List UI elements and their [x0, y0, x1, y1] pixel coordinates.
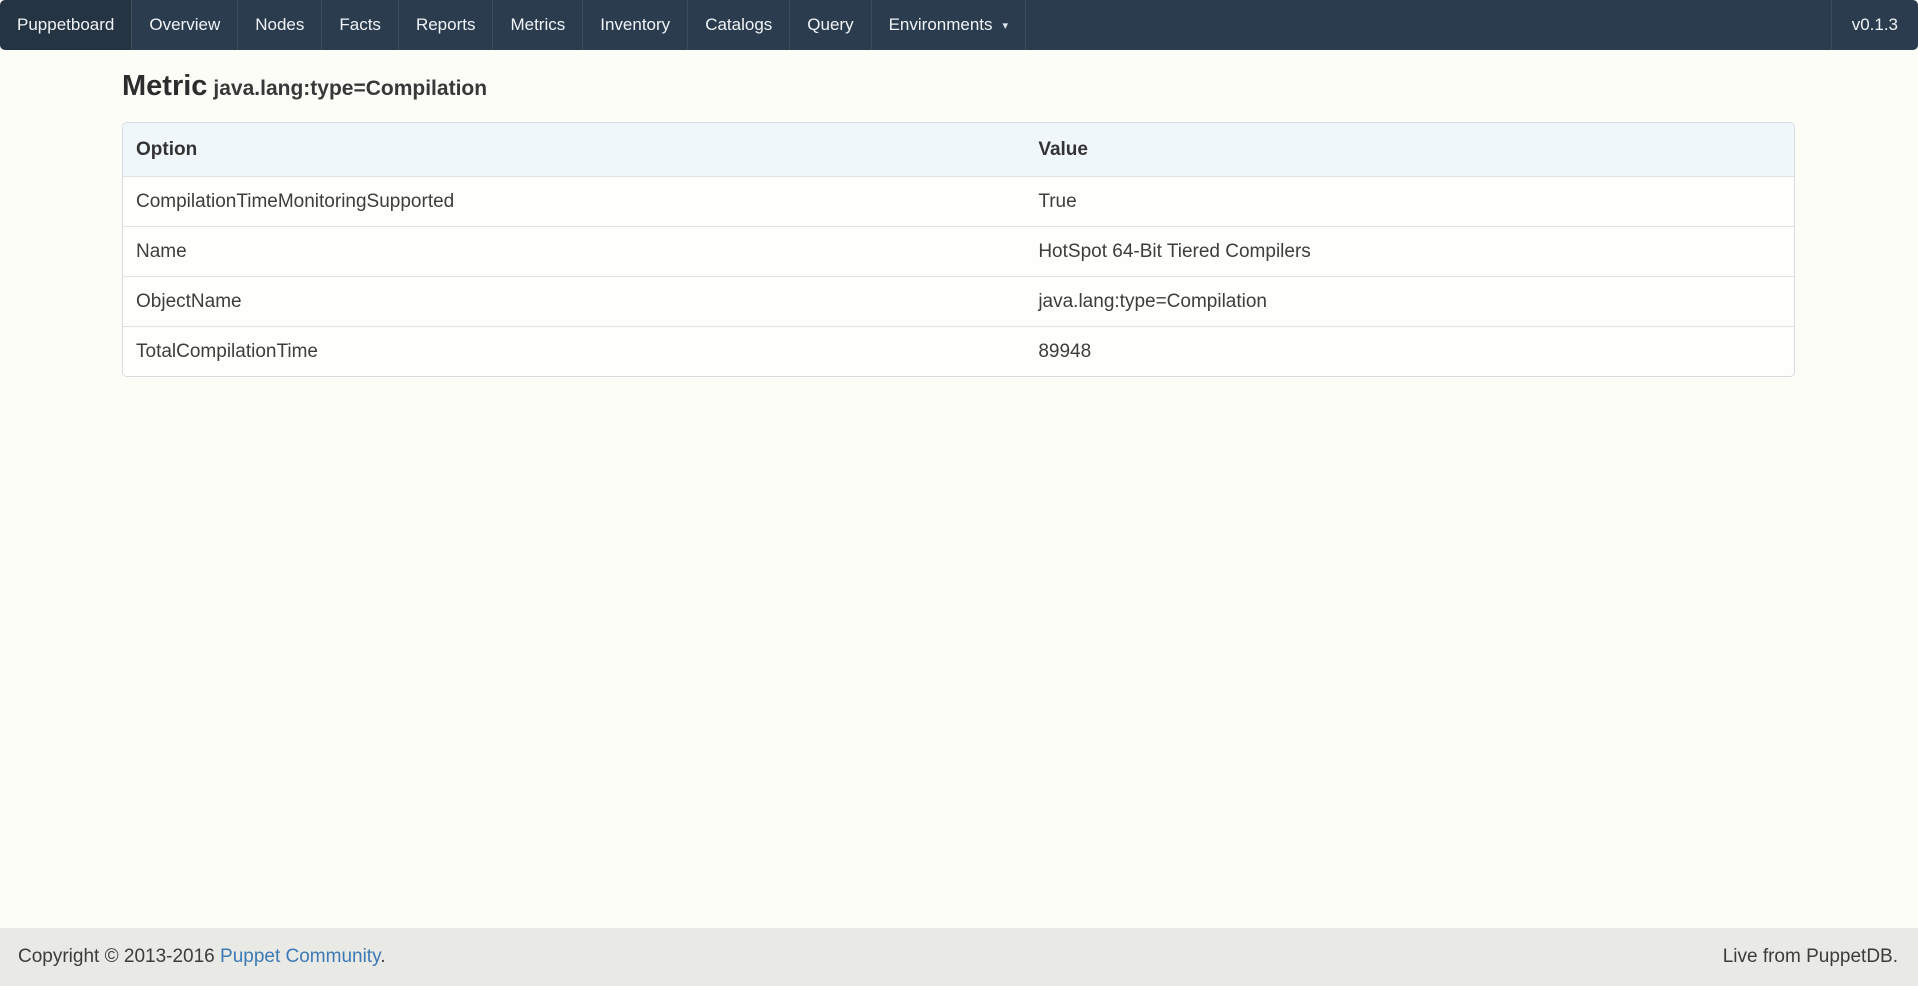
nav-item-overview[interactable]: Overview: [131, 0, 237, 50]
puppet-community-link[interactable]: Puppet Community: [220, 946, 380, 967]
page-footer: Copyright © 2013-2016 Puppet Community. …: [0, 928, 1918, 986]
puppetdb-status-text: Live from PuppetDB.: [1723, 946, 1898, 968]
navbar-spacer: [1025, 0, 1831, 50]
table-row: ObjectNamejava.lang:type=Compilation: [123, 277, 1794, 327]
option-column-header: Option: [123, 123, 1025, 177]
page-title: Metric java.lang:type=Compilation: [122, 68, 1795, 107]
table-row: TotalCompilationTime89948: [123, 327, 1794, 377]
copyright-prefix: Copyright © 2013-2016: [18, 946, 220, 967]
option-cell: ObjectName: [123, 277, 1025, 327]
app-root: Puppetboard OverviewNodesFactsReportsMet…: [0, 0, 1918, 986]
nav-item-inventory[interactable]: Inventory: [582, 0, 687, 50]
option-cell: Name: [123, 227, 1025, 277]
nav-item-query[interactable]: Query: [789, 0, 870, 50]
copyright-suffix: .: [380, 946, 385, 967]
page-title-text: Metric: [122, 70, 207, 102]
table-header-row: Option Value: [123, 123, 1794, 177]
nav-item-nodes[interactable]: Nodes: [237, 0, 321, 50]
caret-down-icon: ▾: [1003, 21, 1009, 32]
nav-brand-puppetboard[interactable]: Puppetboard: [0, 0, 131, 50]
value-column-header: Value: [1025, 123, 1794, 177]
value-cell: True: [1025, 177, 1794, 227]
nav-items-group: OverviewNodesFactsReportsMetricsInventor…: [131, 0, 870, 50]
metric-table: Option Value CompilationTimeMonitoringSu…: [123, 123, 1794, 376]
table-row: NameHotSpot 64-Bit Tiered Compilers: [123, 227, 1794, 277]
top-navbar: Puppetboard OverviewNodesFactsReportsMet…: [0, 0, 1918, 50]
version-label: v0.1.3: [1831, 0, 1918, 50]
value-cell: java.lang:type=Compilation: [1025, 277, 1794, 327]
main-content: Metric java.lang:type=Compilation Option …: [0, 50, 1918, 928]
option-cell: TotalCompilationTime: [123, 327, 1025, 377]
option-cell: CompilationTimeMonitoringSupported: [123, 177, 1025, 227]
page-subtitle: java.lang:type=Compilation: [213, 77, 487, 100]
nav-dropdown-label: Environments: [889, 15, 993, 35]
nav-item-reports[interactable]: Reports: [398, 0, 493, 50]
value-cell: 89948: [1025, 327, 1794, 377]
nav-item-facts[interactable]: Facts: [321, 0, 398, 50]
nav-item-metrics[interactable]: Metrics: [492, 0, 582, 50]
value-cell: HotSpot 64-Bit Tiered Compilers: [1025, 227, 1794, 277]
table-row: CompilationTimeMonitoringSupportedTrue: [123, 177, 1794, 227]
nav-dropdown-environments[interactable]: Environments ▾: [871, 0, 1025, 50]
copyright-text: Copyright © 2013-2016 Puppet Community.: [18, 946, 385, 968]
metric-table-container: Option Value CompilationTimeMonitoringSu…: [122, 122, 1795, 377]
nav-item-catalogs[interactable]: Catalogs: [687, 0, 789, 50]
